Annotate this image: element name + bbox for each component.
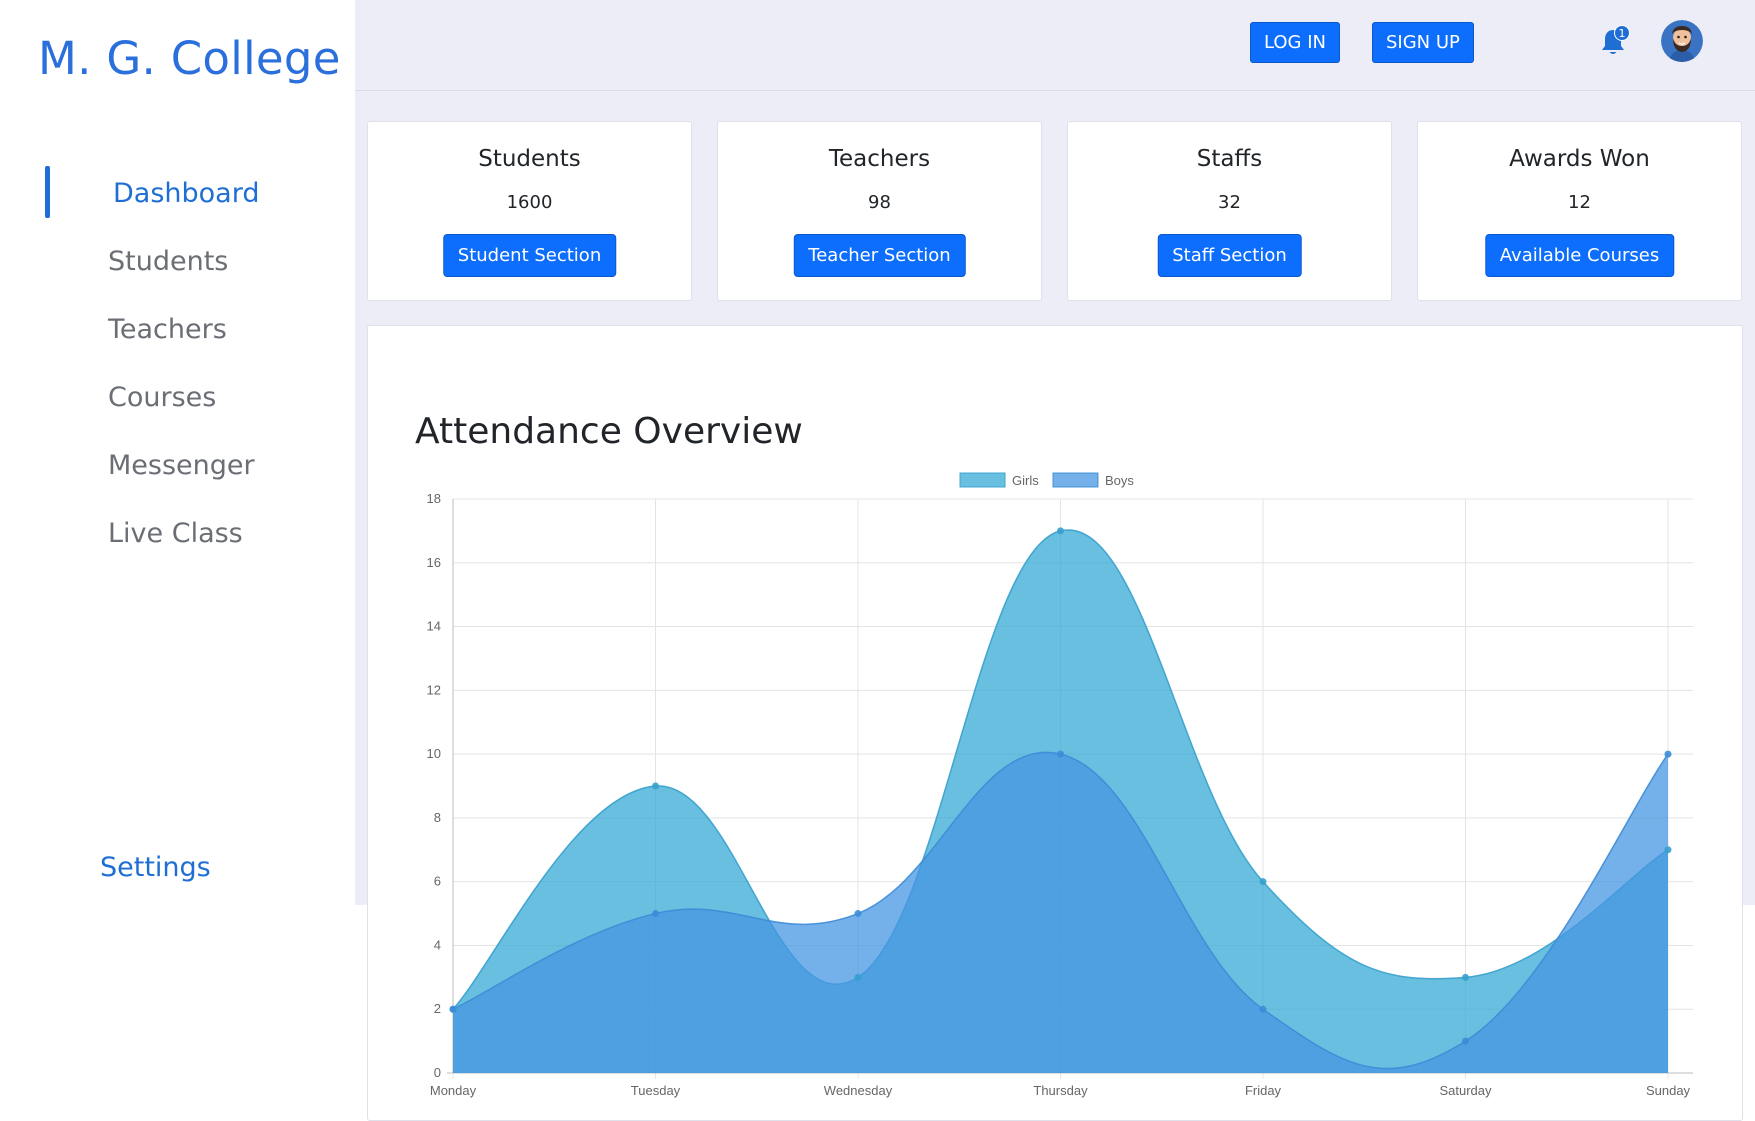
stat-card-students: Students 1600 Student Section [367, 121, 692, 301]
sidebar-item-students[interactable]: Students [0, 228, 355, 296]
sidebar-item-dashboard[interactable]: Dashboard [0, 160, 355, 228]
stat-card-staffs: Staffs 32 Staff Section [1067, 121, 1392, 301]
login-button[interactable]: LOG IN [1250, 22, 1340, 63]
x-tick-label: Thursday [1033, 1083, 1088, 1098]
legend-swatch [959, 472, 1006, 488]
data-point-girls [1664, 846, 1672, 854]
y-tick-label: 18 [427, 491, 441, 506]
legend-label: Boys [1105, 473, 1134, 488]
data-point-girls [1057, 527, 1064, 535]
avatar-icon[interactable] [1661, 20, 1703, 62]
notification-badge: 1 [1614, 25, 1630, 41]
data-point-boys [1664, 750, 1672, 758]
brand-logo[interactable]: M. G. College [38, 32, 341, 85]
card-title: Teachers [828, 146, 931, 172]
legend-label: Girls [1012, 473, 1039, 488]
sidebar-item-messenger[interactable]: Messenger [0, 432, 355, 500]
x-tick-label: Tuesday [631, 1083, 681, 1098]
stat-card-teachers: Teachers 98 Teacher Section [717, 121, 1042, 301]
student-section-button[interactable]: Student Section [442, 234, 617, 277]
data-point-girls [854, 973, 862, 981]
sidebar-item-settings[interactable]: Settings [100, 852, 211, 883]
x-tick-label: Monday [430, 1083, 477, 1098]
card-title: Staffs [1196, 146, 1263, 172]
available-courses-button[interactable]: Available Courses [1484, 234, 1675, 277]
y-tick-label: 4 [434, 937, 441, 952]
legend-swatch [1052, 472, 1099, 488]
y-tick-label: 16 [427, 555, 441, 570]
teacher-section-button[interactable]: Teacher Section [793, 234, 966, 277]
y-tick-label: 12 [427, 682, 441, 697]
x-tick-label: Friday [1245, 1083, 1282, 1098]
data-point-girls [652, 782, 659, 790]
y-tick-label: 2 [434, 1001, 441, 1016]
data-point-boys [1259, 1005, 1267, 1013]
x-tick-label: Wednesday [824, 1083, 893, 1098]
y-tick-label: 10 [427, 746, 441, 761]
stat-card-awards: Awards Won 12 Available Courses [1417, 121, 1742, 301]
sidebar-item-courses[interactable]: Courses [0, 364, 355, 432]
attendance-chart-card: Attendance Overview 0 2 4 6 8 10 12 14 16 18 Monda… [367, 325, 1743, 1121]
x-tick-label: Saturday [1439, 1083, 1492, 1098]
sidebar-item-teachers[interactable]: Teachers [0, 296, 355, 364]
y-tick-label: 6 [434, 874, 441, 889]
y-tick-label: 8 [434, 810, 441, 825]
sidebar-item-live-class[interactable]: Live Class [0, 500, 355, 568]
signup-button[interactable]: SIGN UP [1372, 22, 1474, 63]
card-value: 32 [1218, 192, 1241, 213]
data-point-boys [854, 910, 862, 918]
card-value: 1600 [506, 192, 553, 213]
data-point-girls [1462, 973, 1469, 981]
top-bar [355, 0, 1755, 91]
data-point-boys [652, 910, 659, 918]
staff-section-button[interactable]: Staff Section [1157, 234, 1302, 277]
sidebar-nav: Dashboard Students Teachers Courses Mess… [0, 160, 355, 568]
x-tick-label: Sunday [1646, 1083, 1691, 1098]
data-point-boys [449, 1005, 457, 1013]
card-value: 12 [1568, 192, 1591, 213]
data-point-boys [1057, 750, 1064, 758]
card-title: Students [478, 146, 581, 172]
data-point-girls [1259, 878, 1267, 886]
y-tick-label: 0 [434, 1065, 441, 1080]
data-point-boys [1462, 1037, 1469, 1045]
attendance-chart: 0 2 4 6 8 10 12 14 16 18 Monday Tuesday Wednesday Thu… [427, 472, 1693, 1098]
card-value: 98 [868, 192, 891, 213]
y-tick-label: 14 [427, 619, 441, 634]
card-title: Awards Won [1509, 146, 1650, 172]
sidebar: M. G. College Dashboard Students Teacher… [0, 0, 355, 1121]
